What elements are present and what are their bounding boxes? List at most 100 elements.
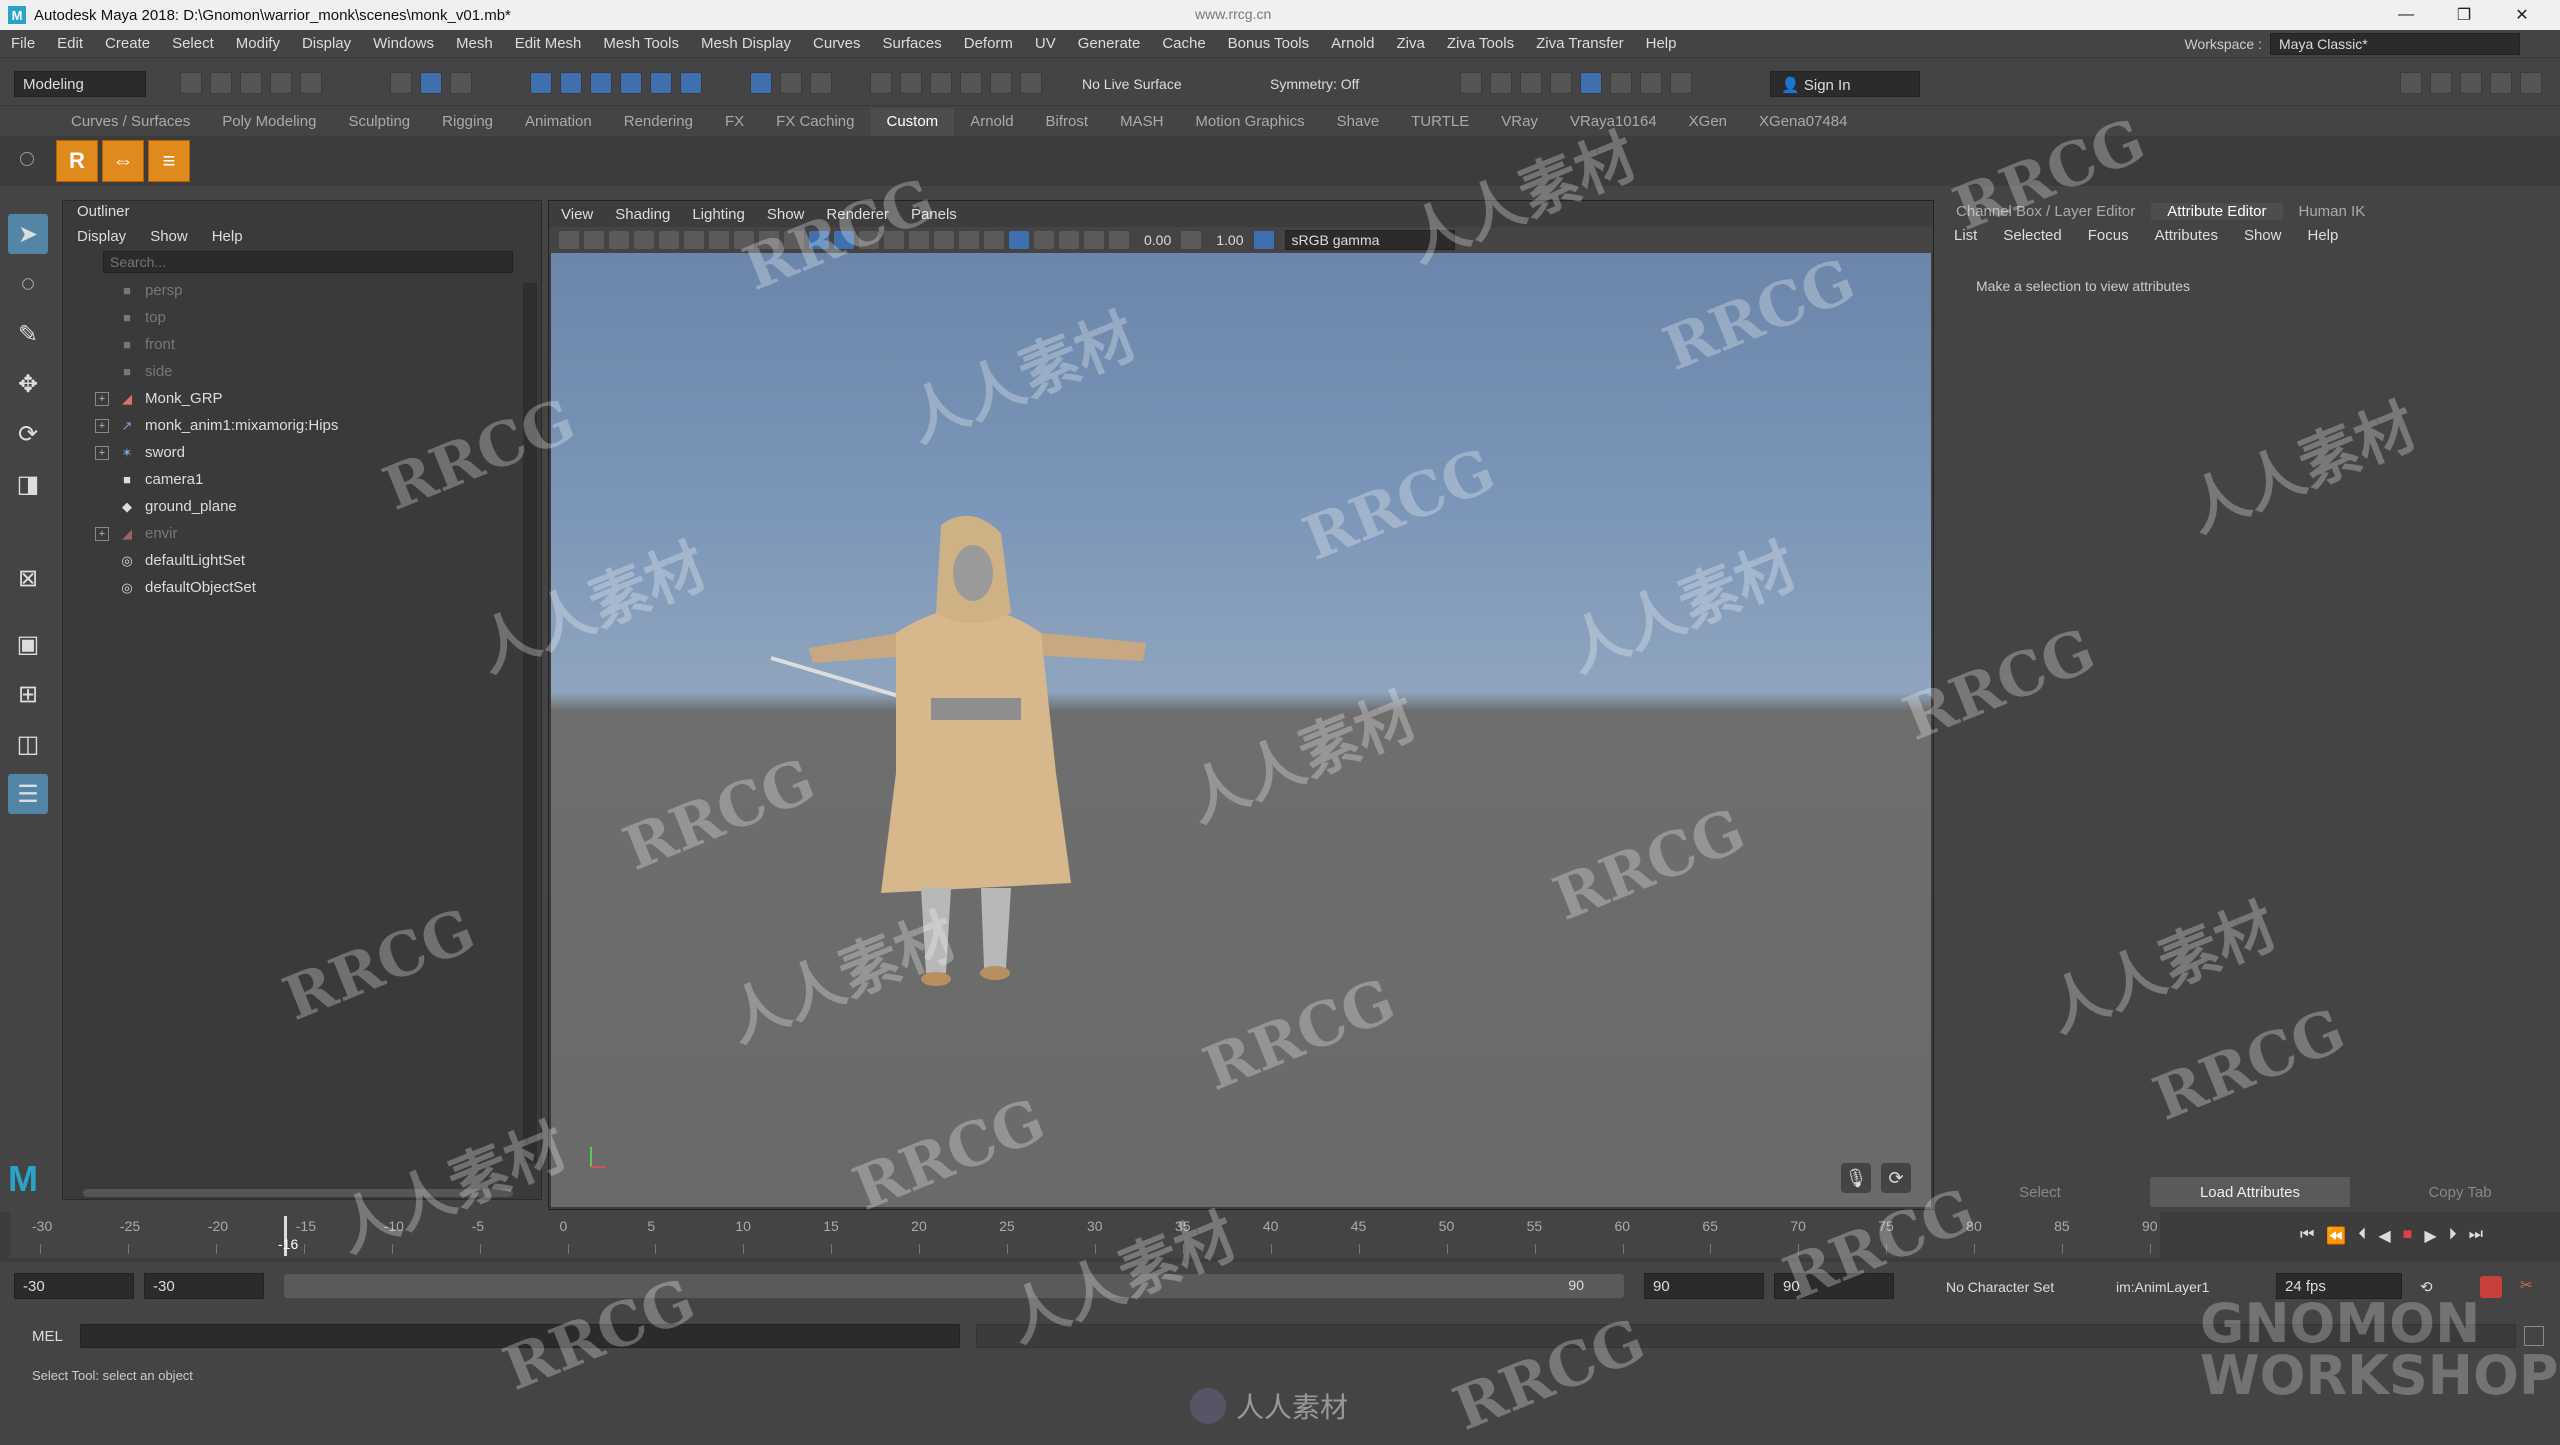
move-tool-icon[interactable]: ✥ — [8, 364, 48, 404]
vp-menu-view[interactable]: View — [561, 206, 593, 223]
image-plane-icon[interactable] — [634, 231, 654, 249]
outliner-item-top[interactable]: ■ top — [63, 304, 541, 331]
go-to-start-icon[interactable]: ⏮ — [2300, 1226, 2314, 1246]
expand-icon[interactable]: + — [95, 526, 109, 541]
vp-menu-renderer[interactable]: Renderer — [826, 206, 889, 223]
color-space-dropdown[interactable]: sRGB gamma — [1284, 230, 1455, 250]
shelf-tab-vraya10164[interactable]: VRaya10164 — [1554, 108, 1673, 136]
field-chart-icon[interactable] — [759, 231, 779, 249]
minimize-icon[interactable]: — — [2378, 0, 2434, 30]
menu-display[interactable]: Display — [291, 35, 362, 52]
film-gate-icon[interactable] — [684, 231, 704, 249]
magnet-2-icon[interactable] — [900, 72, 922, 94]
scale-tool-icon[interactable]: ◨ — [8, 464, 48, 504]
select-object-icon[interactable] — [420, 72, 442, 94]
load-attributes-button[interactable]: Load Attributes — [2150, 1177, 2350, 1207]
select-hierarchy-icon[interactable] — [390, 72, 412, 94]
magnet-5-icon[interactable] — [990, 72, 1012, 94]
outliner-item-persp[interactable]: ■ persp — [63, 277, 541, 304]
isolate-icon[interactable] — [1034, 231, 1054, 249]
persp-outliner-icon[interactable]: ◫ — [8, 724, 48, 764]
expand-icon[interactable]: + — [95, 391, 109, 406]
expand-icon[interactable]: + — [95, 445, 109, 460]
menu-ziva[interactable]: Ziva — [1385, 35, 1435, 52]
shelf-tab-bifrost[interactable]: Bifrost — [1030, 108, 1105, 136]
magnet-4-icon[interactable] — [960, 72, 982, 94]
anim-end-field[interactable]: 90 — [1774, 1273, 1894, 1299]
microphone-icon[interactable]: 🎙 — [1841, 1163, 1871, 1193]
xray-icon[interactable] — [1059, 231, 1079, 249]
menu-surfaces[interactable]: Surfaces — [872, 35, 953, 52]
shelf-tab-xgen[interactable]: XGen — [1673, 108, 1743, 136]
outliner-scrollbar-h[interactable] — [83, 1189, 513, 1197]
shadows-icon[interactable] — [934, 231, 954, 249]
paint-select-icon[interactable]: ✎ — [8, 314, 48, 354]
panel-layout-4-icon[interactable] — [2490, 72, 2512, 94]
smooth-shade-icon[interactable] — [834, 231, 854, 249]
outliner-layout-icon[interactable]: ☰ — [8, 774, 48, 814]
menu-mesh-tools[interactable]: Mesh Tools — [592, 35, 690, 52]
magnet-6-icon[interactable] — [1020, 72, 1042, 94]
panel-layout-2-icon[interactable] — [2430, 72, 2452, 94]
play-backward-icon[interactable]: ◀ — [2378, 1226, 2390, 1246]
ae-menu-attributes[interactable]: Attributes — [2155, 227, 2218, 244]
shelf-tab-animation[interactable]: Animation — [509, 108, 608, 136]
menu-mesh[interactable]: Mesh — [445, 35, 504, 52]
select-component-icon[interactable] — [450, 72, 472, 94]
shelf-tab-shave[interactable]: Shave — [1321, 108, 1396, 136]
playback-start-field[interactable]: -30 — [144, 1273, 264, 1299]
shelf-tab-turtle[interactable]: TURTLE — [1395, 108, 1485, 136]
shelf-tab-fx[interactable]: FX — [709, 108, 760, 136]
hypershade-icon[interactable] — [1580, 72, 1602, 94]
render-icon[interactable] — [1490, 72, 1512, 94]
rotate-tool-icon[interactable]: ⟳ — [8, 414, 48, 454]
lights-icon[interactable] — [909, 231, 929, 249]
vp-menu-lighting[interactable]: Lighting — [692, 206, 745, 223]
tab-human-ik[interactable]: Human IK — [2283, 203, 2382, 220]
snap-point-icon[interactable] — [590, 72, 612, 94]
ae-menu-focus[interactable]: Focus — [2088, 227, 2129, 244]
panel-layout-3-icon[interactable] — [2460, 72, 2482, 94]
play-forward-icon[interactable]: ▶ — [2424, 1226, 2436, 1246]
menu-uv[interactable]: UV — [1024, 35, 1067, 52]
select-tool-icon[interactable]: ➤ — [8, 214, 48, 254]
outliner-item-envir[interactable]: + ◢ envir — [63, 520, 541, 547]
menu-help[interactable]: Help — [1635, 35, 1688, 52]
resolution-gate-icon[interactable] — [709, 231, 729, 249]
menu-generate[interactable]: Generate — [1067, 35, 1152, 52]
motion-blur-icon[interactable] — [984, 231, 1004, 249]
vray-icon[interactable] — [1610, 72, 1632, 94]
snap-live-icon[interactable] — [680, 72, 702, 94]
panel-layout-1-icon[interactable] — [2400, 72, 2422, 94]
gamma-icon[interactable] — [1181, 231, 1202, 249]
shelf-tool-2-icon[interactable]: ⇔ — [102, 140, 144, 182]
tab-channel-box[interactable]: Channel Box / Layer Editor — [1940, 203, 2151, 220]
outliner-item-front[interactable]: ■ front — [63, 331, 541, 358]
snap-surface-icon[interactable] — [650, 72, 672, 94]
lock-icon[interactable] — [780, 72, 802, 94]
lasso-tool-icon[interactable]: ◌ — [8, 264, 48, 304]
outliner-scrollbar-v[interactable] — [523, 283, 537, 1163]
menu-bonus-tools[interactable]: Bonus Tools — [1217, 35, 1320, 52]
shelf-tab-mash[interactable]: MASH — [1104, 108, 1179, 136]
menu-cache[interactable]: Cache — [1151, 35, 1216, 52]
input-ops-icon[interactable] — [810, 72, 832, 94]
close-icon[interactable]: ✕ — [2494, 0, 2550, 30]
exposure-icon[interactable] — [1109, 231, 1129, 249]
mel-command-input[interactable] — [80, 1324, 960, 1348]
vp-menu-shading[interactable]: Shading — [615, 206, 670, 223]
redo-icon[interactable] — [300, 72, 322, 94]
menu-arnold[interactable]: Arnold — [1320, 35, 1385, 52]
shelf-tab-custom[interactable]: Custom — [870, 108, 955, 136]
copy-tab-button[interactable]: Copy Tab — [2360, 1177, 2560, 1207]
shelf-tab-vray[interactable]: VRay — [1485, 108, 1554, 136]
vp-menu-show[interactable]: Show — [767, 206, 805, 223]
new-scene-icon[interactable] — [180, 72, 202, 94]
step-back-key-icon[interactable]: ⏪ — [2326, 1226, 2346, 1246]
anim-start-field[interactable]: -30 — [14, 1273, 134, 1299]
outliner-item-camera1[interactable]: ■ camera1 — [63, 466, 541, 493]
tab-attribute-editor[interactable]: Attribute Editor — [2151, 202, 2283, 220]
outliner-item-hips[interactable]: + ↗ monk_anim1:mixamorig:Hips — [63, 412, 541, 439]
menu-windows[interactable]: Windows — [362, 35, 445, 52]
ae-menu-help[interactable]: Help — [2307, 227, 2338, 244]
